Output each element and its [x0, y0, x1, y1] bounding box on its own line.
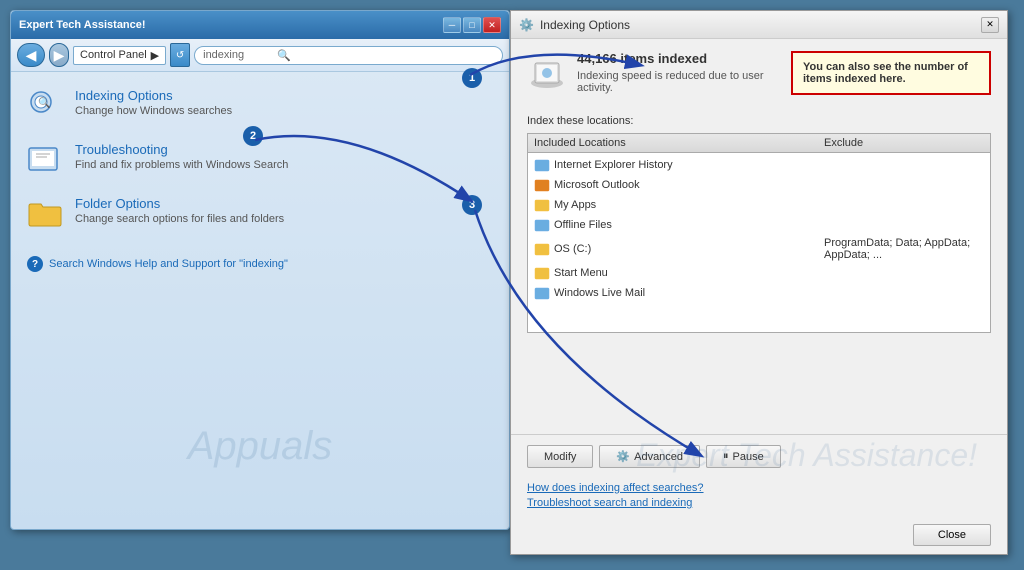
maximize-button[interactable]: □ — [463, 17, 481, 33]
table-row[interactable]: Offline Files — [528, 215, 990, 235]
table-row[interactable]: OS (C:)ProgramData; Data; AppData; AppDa… — [528, 235, 990, 263]
row-icon — [534, 265, 550, 281]
row-name: Start Menu — [554, 267, 824, 279]
section-label: Index these locations: — [527, 115, 991, 127]
indexing-title[interactable]: Indexing Options — [75, 88, 232, 103]
status-text: 44,166 items indexed Indexing speed is r… — [577, 51, 781, 94]
troubleshooting-text: Troubleshooting Find and fix problems wi… — [75, 142, 288, 171]
minimize-button[interactable]: ─ — [443, 17, 461, 33]
right-title-text: ⚙️ Indexing Options — [519, 18, 630, 32]
row-name: My Apps — [554, 199, 824, 211]
back-button[interactable]: ◀ — [17, 43, 45, 67]
close-row: Expert Tech Assistance! Close — [511, 520, 1007, 554]
bottom-buttons: Modify ⚙️ Advanced ⏸ Pause — [511, 434, 1007, 478]
right-title-bar: ⚙️ Indexing Options ✕ — [511, 11, 1007, 39]
close-button-right[interactable]: Close — [913, 524, 991, 546]
search-box[interactable]: 🔍 — [194, 46, 503, 65]
right-window-title: Indexing Options — [540, 18, 630, 32]
indexing-text: Indexing Options Change how Windows sear… — [75, 88, 232, 117]
table-row[interactable]: Start Menu — [528, 263, 990, 283]
folder-options-item[interactable]: Folder Options Change search options for… — [27, 196, 493, 232]
right-window: ⚙️ Indexing Options ✕ You can also see t… — [510, 10, 1008, 555]
address-bar: ◀ ▶ Control Panel ▶ ↺ 🔍 — [11, 39, 509, 72]
table-body: Internet Explorer History Microsoft Outlo… — [528, 153, 990, 305]
speed-note: Indexing speed is reduced due to user ac… — [577, 70, 781, 94]
pause-icon: ⏸ — [723, 450, 729, 463]
indexing-options-item[interactable]: 🔍 Indexing Options Change how Windows se… — [27, 88, 493, 124]
table-row[interactable]: Microsoft Outlook — [528, 175, 990, 195]
row-icon — [534, 197, 550, 213]
step-badge-3: 3 — [462, 195, 482, 215]
locations-table: Included Locations Exclude Internet Expl… — [527, 133, 991, 333]
table-row[interactable]: My Apps — [528, 195, 990, 215]
folder-text: Folder Options Change search options for… — [75, 196, 284, 225]
status-row: You can also see the number of items ind… — [527, 51, 991, 103]
table-header: Included Locations Exclude — [528, 134, 990, 153]
step-badge-2: 2 — [243, 126, 263, 146]
table-row[interactable]: Windows Live Mail — [528, 283, 990, 303]
pause-button[interactable]: ⏸ Pause — [706, 445, 781, 468]
troubleshooting-item[interactable]: Troubleshooting Find and fix problems wi… — [27, 142, 493, 178]
left-window-controls: ─ □ ✕ — [443, 17, 501, 33]
folder-icon — [27, 196, 63, 232]
advanced-button[interactable]: ⚙️ Advanced — [599, 445, 700, 468]
items-count: 44,166 items indexed — [577, 51, 781, 66]
folder-title[interactable]: Folder Options — [75, 196, 284, 211]
indexing-icon: 🔍 — [27, 88, 63, 124]
links-area: How does indexing affect searches? Troub… — [511, 478, 1007, 520]
indexing-desc: Change how Windows searches — [75, 105, 232, 117]
row-icon — [534, 285, 550, 301]
right-close-x[interactable]: ✕ — [981, 17, 999, 33]
left-watermark: Appuals — [188, 424, 333, 469]
search-icon: 🔍 — [277, 49, 291, 62]
row-icon — [534, 177, 550, 193]
callout-box: You can also see the number of items ind… — [791, 51, 991, 95]
row-icon — [534, 217, 550, 233]
folder-desc: Change search options for files and fold… — [75, 213, 284, 225]
row-icon — [534, 157, 550, 173]
right-content: You can also see the number of items ind… — [511, 39, 1007, 434]
left-window-title: Expert Tech Assistance! — [19, 19, 146, 31]
address-label: Control Panel — [80, 49, 147, 61]
advanced-icon: ⚙️ — [616, 450, 630, 463]
table-row[interactable]: Internet Explorer History — [528, 155, 990, 175]
row-name: Windows Live Mail — [554, 287, 824, 299]
forward-button[interactable]: ▶ — [49, 43, 69, 67]
row-icon — [534, 241, 550, 257]
step-badge-1: 1 — [462, 68, 482, 88]
row-name: Offline Files — [554, 219, 824, 231]
pause-label: Pause — [733, 451, 764, 463]
row-name: Internet Explorer History — [554, 159, 824, 171]
right-win-controls: ✕ — [981, 17, 999, 33]
row-name: OS (C:) — [554, 243, 824, 255]
svg-text:🔍: 🔍 — [38, 96, 50, 109]
refresh-button[interactable]: ↺ — [170, 43, 190, 67]
left-title-bar: Expert Tech Assistance! ─ □ ✕ — [11, 11, 509, 39]
modify-button[interactable]: Modify — [527, 445, 593, 468]
left-window: Expert Tech Assistance! ─ □ ✕ ◀ ▶ Contro… — [10, 10, 510, 530]
col-included: Included Locations — [534, 137, 824, 149]
help-icon: ? — [27, 256, 43, 272]
row-name: Microsoft Outlook — [554, 179, 824, 191]
col-exclude: Exclude — [824, 137, 984, 149]
indexing-affect-link[interactable]: How does indexing affect searches? — [527, 482, 991, 494]
help-text: Search Windows Help and Support for "ind… — [49, 258, 288, 270]
troubleshooting-icon — [27, 142, 63, 178]
gear-icon: ⚙️ — [519, 18, 534, 32]
address-path[interactable]: Control Panel ▶ — [73, 46, 166, 65]
help-link[interactable]: ? Search Windows Help and Support for "i… — [27, 256, 493, 272]
close-button[interactable]: ✕ — [483, 17, 501, 33]
troubleshooting-desc: Find and fix problems with Windows Searc… — [75, 159, 288, 171]
index-icon — [527, 53, 567, 93]
advanced-label: Advanced — [634, 451, 683, 463]
row-exclude: ProgramData; Data; AppData; AppData; ... — [824, 237, 984, 261]
arrow-icon: ▶ — [151, 49, 159, 62]
search-input[interactable] — [203, 49, 273, 61]
troubleshoot-link[interactable]: Troubleshoot search and indexing — [527, 497, 991, 509]
